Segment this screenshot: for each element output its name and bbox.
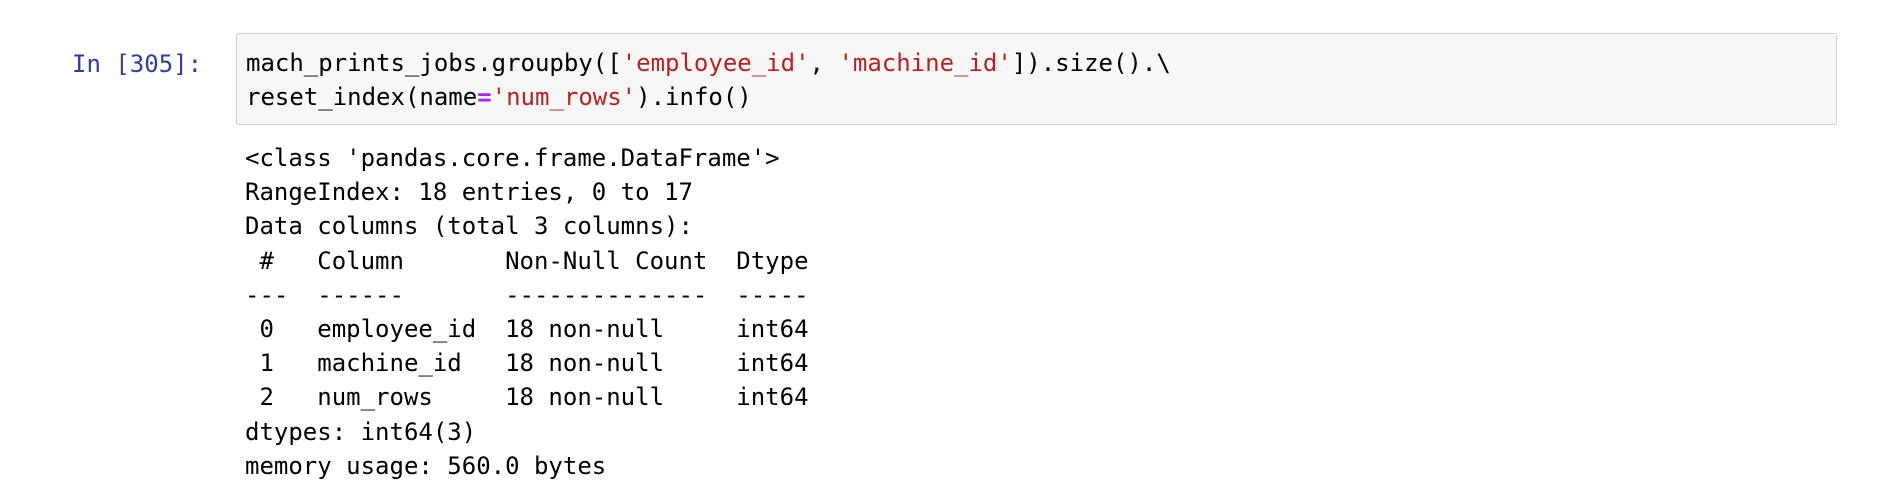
input-prompt: In [305]: xyxy=(72,50,203,78)
code-token: ).info() xyxy=(636,83,752,111)
output-line: memory usage: 560.0 bytes xyxy=(245,451,607,480)
code-token: ]).size().\ xyxy=(1011,49,1171,77)
string-literal: 'machine_id' xyxy=(838,49,1012,77)
output-line: <class 'pandas.core.frame.DataFrame'> xyxy=(245,144,780,172)
code-line[interactable]: mach_prints_jobs.groupby(['employee_id',… xyxy=(246,46,1171,80)
output-line: dtypes: int64(3) xyxy=(245,417,477,446)
output-line: # Column Non-Null Count Dtype xyxy=(245,246,809,275)
operator-token: = xyxy=(477,83,492,111)
code-token: reset_index(name xyxy=(246,83,478,111)
output-line: Data columns (total 3 columns): xyxy=(245,212,693,241)
code-token: , xyxy=(809,49,839,77)
output-line: 1 machine_id 18 non-null int64 xyxy=(245,349,809,378)
cell-output: <class 'pandas.core.frame.DataFrame'> Ran… xyxy=(245,141,1825,483)
code-line[interactable]: reset_index(name='num_rows').info() xyxy=(246,80,1171,114)
output-line: 0 employee_id 18 non-null int64 xyxy=(245,314,809,343)
output-line: --- ------ -------------- ----- xyxy=(245,280,809,309)
notebook-code-cell: In [305]: mach_prints_jobs.groupby(['emp… xyxy=(0,0,1880,494)
string-literal: 'employee_id' xyxy=(621,49,810,77)
code-editor[interactable]: mach_prints_jobs.groupby(['employee_id',… xyxy=(246,46,1171,114)
code-token: mach_prints_jobs.groupby([ xyxy=(246,49,622,77)
output-line: RangeIndex: 18 entries, 0 to 17 xyxy=(245,178,693,207)
output-line: 2 num_rows 18 non-null int64 xyxy=(245,383,809,412)
code-input-area[interactable]: mach_prints_jobs.groupby(['employee_id',… xyxy=(236,33,1837,125)
string-literal: 'num_rows' xyxy=(491,83,637,111)
